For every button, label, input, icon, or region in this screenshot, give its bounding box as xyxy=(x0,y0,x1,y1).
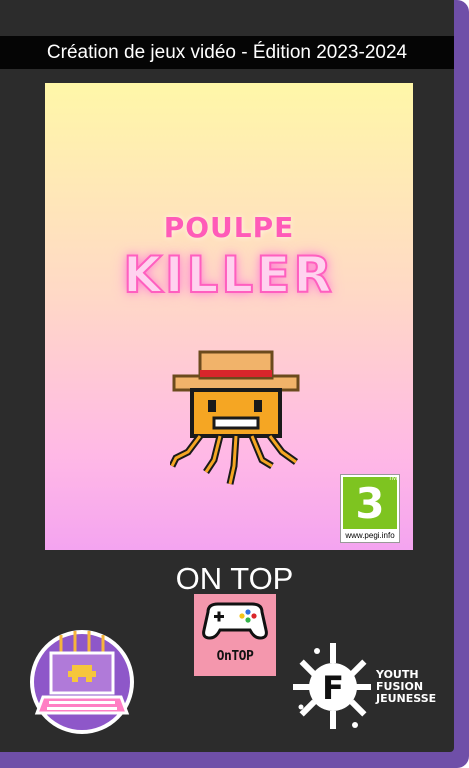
game-title-line2: KILLER xyxy=(122,245,335,305)
partner-letter: F xyxy=(322,669,344,707)
youth-fusion-logo[interactable]: F YOUTH FUSION JEUNESSE xyxy=(293,641,443,731)
pegi-rating-number: 3 xyxy=(355,478,385,528)
game-title-line1: POULPE xyxy=(163,211,295,244)
pegi-rating-badge: 3 TM www.pegi.info xyxy=(340,474,400,543)
team-name: ON TOP xyxy=(175,561,294,596)
game-cover[interactable]: POULPE KILLER 3 TM www.pegi.info xyxy=(45,83,413,550)
partner-name: YOUTH FUSION JEUNESSE xyxy=(376,669,436,705)
partner-line3: JEUNESSE xyxy=(376,692,437,705)
octopus-character-icon xyxy=(170,350,300,485)
game-case: Création de jeux vidéo - Édition 2023-20… xyxy=(0,0,469,768)
pegi-url: www.pegi.info xyxy=(345,531,395,540)
pegi-rating: 3 xyxy=(343,477,397,529)
team-logo-text: OnTOP xyxy=(216,649,254,664)
laptop-badge-icon xyxy=(30,630,134,734)
gamepad-icon xyxy=(202,602,268,640)
splash-icon: F xyxy=(293,643,371,729)
header-title: Création de jeux vidéo - Édition 2023-20… xyxy=(0,36,454,69)
case-panel: Création de jeux vidéo - Édition 2023-20… xyxy=(0,0,454,752)
team-logo[interactable]: OnTOP xyxy=(194,594,276,676)
pegi-trademark: TM xyxy=(388,476,397,482)
